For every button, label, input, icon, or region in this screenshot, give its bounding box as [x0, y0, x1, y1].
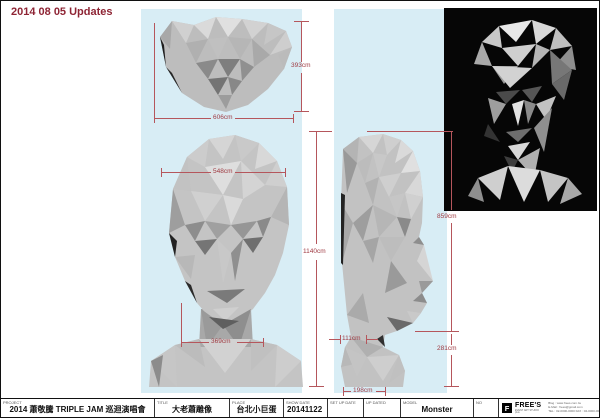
field-title-value: 大老蕭雕像: [172, 405, 212, 414]
dim-tick: [309, 386, 324, 387]
dim-line: [301, 21, 302, 62]
dim-line: [451, 223, 452, 331]
dim-line: [329, 339, 340, 340]
logo-text: FREE'S EVENT ART STUDIO plus: [515, 402, 541, 415]
dim-label-total-height: 1140cm: [303, 248, 326, 255]
dim-line: [366, 339, 378, 340]
field-no-value: [474, 402, 498, 417]
field-setup-date-value: [328, 402, 363, 417]
dim-ext-line: [154, 23, 155, 118]
dim-label-top-width: 606cm: [213, 114, 233, 121]
dim-label-front-width: 548cm: [213, 168, 233, 175]
dim-line: [376, 391, 385, 392]
dim-line: [451, 334, 452, 345]
logo-tagline: EVENT ART STUDIO plus: [515, 408, 539, 414]
field-setup-date: SET UP DATE: [328, 399, 364, 417]
field-title: TITLE 大老蕭雕像: [155, 399, 230, 417]
field-place: PLACE 台北小巨蛋: [230, 399, 284, 417]
field-project-value: 2014 蕭敬騰 TRIPLE JAM 巡迴演唱會: [9, 405, 146, 414]
dim-line: [154, 118, 211, 119]
dim-line: [316, 260, 317, 386]
drawing-sheet: 2014 08 05 Updates 393cm 606cm 548cm 114…: [0, 0, 600, 418]
logo-contact-line: TEL : 02-0000-0000 FAX : 02-0000-0000: [548, 408, 600, 413]
field-updated: UP DATED: [364, 399, 401, 417]
dim-ext-line: [310, 131, 332, 132]
field-show-date-value: 20141122: [287, 405, 323, 414]
dim-tick: [343, 387, 344, 396]
dim-ext-line: [181, 303, 182, 342]
side-view-drawing: [341, 134, 433, 387]
dim-line: [235, 172, 285, 173]
dim-tick: [263, 338, 264, 347]
dim-label-top-depth: 393cm: [291, 62, 311, 69]
field-logo: F FREE'S EVENT ART STUDIO plus Blog : ww…: [499, 399, 599, 417]
logo-name: FREE'S: [515, 401, 542, 409]
dim-tick: [340, 335, 341, 344]
dim-label-upper-height: 859cm: [437, 213, 457, 220]
field-no: NO: [474, 399, 499, 417]
dim-tick: [154, 114, 155, 123]
dim-label-neck-width: 369cm: [211, 338, 231, 345]
side-view-bust: [341, 134, 433, 387]
dim-line: [181, 342, 209, 343]
dim-tick: [294, 21, 309, 22]
field-model: MODEL Monster: [401, 399, 474, 417]
dim-tick: [366, 335, 367, 344]
logo-block: F FREE'S EVENT ART STUDIO plus Blog : ww…: [499, 399, 599, 417]
dim-line: [451, 355, 452, 386]
field-place-value: 台北小巨蛋: [236, 405, 277, 414]
dim-line: [237, 342, 263, 343]
logo-contact: Blog : www.frees.com.tw E-Mail : frees@g…: [548, 401, 600, 414]
dim-line: [451, 131, 452, 210]
field-show-date: SHOW DATE 20141122: [284, 399, 328, 417]
dim-line: [316, 131, 317, 244]
dim-tick: [294, 111, 309, 112]
dim-line: [235, 118, 293, 119]
dim-tick: [181, 338, 182, 347]
top-view-drawing: [160, 17, 292, 112]
dim-tick: [385, 387, 386, 396]
field-project: PROJECT 2014 蕭敬騰 TRIPLE JAM 巡迴演唱會: [1, 399, 155, 417]
dim-line: [301, 73, 302, 111]
top-view-head: [160, 17, 292, 112]
field-model-value: Monster: [421, 405, 453, 414]
render-head: [468, 20, 582, 204]
dim-tick: [444, 386, 459, 387]
dim-line: [161, 172, 211, 173]
frees-logo-icon: F: [502, 403, 512, 413]
dim-line: [343, 391, 351, 392]
update-note: 2014 08 05 Updates: [11, 6, 113, 18]
field-updated-value: [364, 402, 400, 417]
title-block: PROJECT 2014 蕭敬騰 TRIPLE JAM 巡迴演唱會 TITLE …: [1, 398, 599, 417]
dim-label-base-depth: 198cm: [353, 387, 373, 394]
dim-label-chin-depth: 111cm: [342, 335, 361, 342]
dim-label-lower-height: 281cm: [437, 345, 457, 352]
dim-tick: [415, 331, 459, 332]
3d-render-image: [444, 8, 597, 211]
dim-tick: [161, 168, 162, 177]
dim-tick: [285, 168, 286, 177]
dim-tick: [293, 114, 294, 123]
dim-ext-line: [367, 131, 453, 132]
